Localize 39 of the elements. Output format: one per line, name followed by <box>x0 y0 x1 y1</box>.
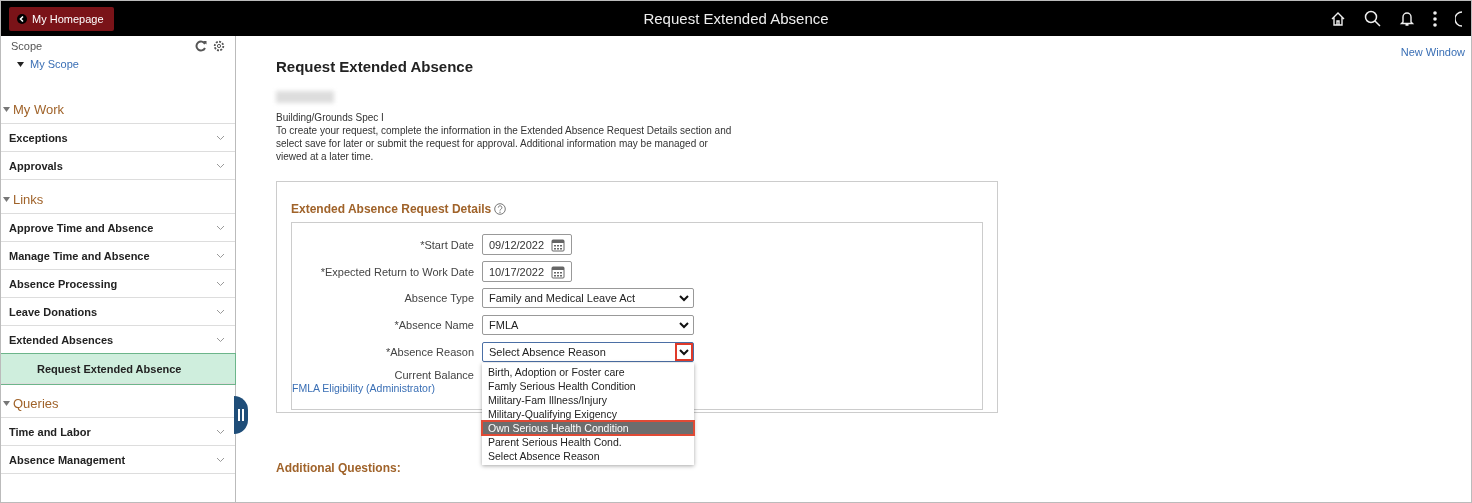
page-heading: Request Extended Absence <box>276 58 474 75</box>
date-field[interactable]: 09/12/2022 <box>482 234 572 255</box>
field-label: Absence Type <box>403 292 474 304</box>
instructions-text: To create your request, complete the information in the Extended Absence Request Details section and select save for later or submit the request for approval. Additional information may be managed or viewed at a later time. <box>276 124 733 163</box>
nav-item[interactable]: Exceptions <box>1 124 235 152</box>
dropdown-option[interactable]: Military-Qualifying Exigency <box>482 407 694 421</box>
dropdown-option[interactable]: Parent Serious Health Cond. <box>482 435 694 449</box>
dropdown-field[interactable]: Select Absence Reason <box>482 342 694 362</box>
field-label: *Start Date <box>419 238 474 251</box>
dropdown-option[interactable]: Famly Serious Health Condition <box>482 379 694 393</box>
section-title: Extended Absence Request Details <box>291 202 492 216</box>
dropdown-option[interactable]: Select Absence Reason <box>482 449 694 463</box>
back-button[interactable]: My Homepage <box>9 6 114 31</box>
dropdown-field[interactable]: FMLA <box>482 315 694 335</box>
dropdown-option[interactable]: Birth, Adoption or Foster care <box>482 365 694 379</box>
field-label: *Expected Return to Work Date <box>319 265 474 278</box>
job-title: Building/Grounds Spec I <box>276 111 385 124</box>
new-window-link[interactable]: New Window <box>1400 46 1465 58</box>
nav-item[interactable]: Approvals <box>1 152 235 180</box>
nav-item[interactable]: Request Extended Absence <box>1 354 235 384</box>
field-label: *Absence Name <box>393 319 474 331</box>
dropdown-option[interactable]: Military-Fam Illness/Injury <box>482 393 694 407</box>
dropdown-field[interactable]: Family and Medical Leave Act <box>482 288 694 308</box>
field-label: Current Balance <box>393 369 474 381</box>
section-header[interactable]: Links <box>1 186 235 214</box>
section-header[interactable]: My Work <box>1 96 235 124</box>
scope-label: Scope <box>11 40 43 52</box>
page-title: Request Extended Absence <box>643 10 829 27</box>
field-label: *Absence Reason <box>384 346 474 358</box>
dropdown-option[interactable]: Own Serious Health Condition <box>482 421 694 435</box>
nav-item[interactable]: Absence Processing <box>1 270 235 298</box>
nav-item[interactable]: Approve Time and Absence <box>1 214 235 242</box>
nav-item[interactable]: Absence Management <box>1 446 235 474</box>
nav-item[interactable]: Leave Donations <box>1 298 235 326</box>
eligibility-link[interactable]: FMLA Eligibility (Administrator) <box>292 382 435 394</box>
section-title: Additional Questions: <box>276 461 402 475</box>
nav-item[interactable]: Manage Time and Absence <box>1 242 235 270</box>
scope-link[interactable]: My Scope <box>1 52 235 70</box>
date-field[interactable]: 10/17/2022 <box>482 261 572 282</box>
